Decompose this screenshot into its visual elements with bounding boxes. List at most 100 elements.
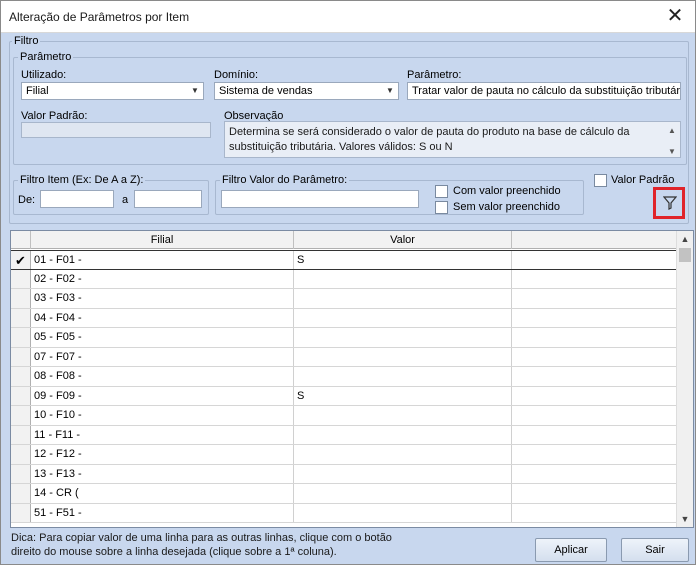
valor-cell[interactable] [294, 503, 512, 522]
valor-cell[interactable] [294, 328, 512, 347]
valor-padrao-check-label: Valor Padrão [611, 174, 675, 186]
filial-cell[interactable]: 12 - F12 - [31, 445, 294, 464]
row-indicator[interactable] [11, 289, 31, 308]
valor-cell[interactable] [294, 269, 512, 288]
row-indicator[interactable] [11, 328, 31, 347]
row-selected-icon[interactable]: ✔ [11, 251, 31, 269]
valor-cell[interactable] [294, 308, 512, 327]
valor-cell[interactable] [294, 406, 512, 425]
valor-cell[interactable] [294, 289, 512, 308]
utilizado-value: Filial [26, 85, 49, 97]
dialog-window: Alteração de Parâmetros por Item ✕ Filtr… [0, 0, 696, 565]
scroll-up-icon[interactable]: ▲ [665, 123, 679, 135]
title-bar: Alteração de Parâmetros por Item ✕ [1, 1, 695, 33]
aplicar-button[interactable]: Aplicar [535, 538, 607, 562]
table-row[interactable]: 51 - F51 - [11, 503, 677, 523]
row-indicator[interactable] [11, 503, 31, 522]
observacao-scrollbar[interactable]: ▲ ▼ [665, 123, 679, 156]
filtro-valor-legend: Filtro Valor do Parâmetro: [220, 174, 350, 186]
valor-cell[interactable] [294, 464, 512, 483]
parametro-field[interactable]: Tratar valor de pauta no cálculo da subs… [407, 82, 681, 100]
close-icon[interactable]: ✕ [655, 1, 695, 32]
sair-button[interactable]: Sair [621, 538, 689, 562]
row-indicator[interactable] [11, 308, 31, 327]
chevron-down-icon: ▼ [386, 86, 394, 95]
scroll-down-icon[interactable]: ▼ [665, 144, 679, 156]
filial-cell[interactable]: 13 - F13 - [31, 464, 294, 483]
table-row[interactable]: ✔ 01 - F01 -S [11, 250, 677, 270]
valor-padrao-field [21, 122, 211, 138]
grid-indicator-header [11, 231, 31, 249]
filial-cell[interactable]: 01 - F01 - [31, 251, 294, 269]
valor-cell[interactable] [294, 347, 512, 366]
table-row[interactable]: 11 - F11 - [11, 425, 677, 445]
items-grid: Filial Valor ✔ 01 - F01 - S 02 - F02 -03 - … [10, 230, 694, 528]
valor-cell[interactable]: S [294, 251, 512, 269]
valor-cell[interactable] [294, 367, 512, 386]
row-indicator[interactable] [11, 406, 31, 425]
table-row[interactable]: 14 - CR ( [11, 484, 677, 504]
chevron-down-icon: ▼ [191, 86, 199, 95]
dominio-select[interactable]: Sistema de vendas ▼ [214, 82, 399, 100]
table-row[interactable]: 09 - F09 -S [11, 386, 677, 406]
scroll-down-icon[interactable]: ▼ [677, 511, 693, 527]
scroll-thumb[interactable] [679, 248, 691, 262]
filial-cell[interactable]: 51 - F51 - [31, 503, 294, 522]
valor-padrao-checkbox[interactable] [594, 174, 607, 187]
scroll-up-icon[interactable]: ▲ [677, 231, 693, 247]
utilizado-select[interactable]: Filial ▼ [21, 82, 204, 100]
filter-button[interactable] [653, 187, 685, 219]
filtro-legend: Filtro [12, 35, 41, 47]
hint-line-1: Dica: Para copiar valor de uma linha par… [11, 532, 392, 544]
com-valor-checkbox[interactable] [435, 185, 448, 198]
sem-valor-checkbox[interactable] [435, 201, 448, 214]
row-indicator[interactable] [11, 425, 31, 444]
de-input[interactable] [40, 190, 114, 208]
row-indicator[interactable] [11, 484, 31, 503]
filial-cell[interactable]: 11 - F11 - [31, 425, 294, 444]
filial-cell[interactable]: 04 - F04 - [31, 308, 294, 327]
row-indicator[interactable] [11, 445, 31, 464]
filial-cell[interactable]: 08 - F08 - [31, 367, 294, 386]
grid-scrollbar[interactable]: ▲ ▼ [676, 231, 693, 527]
row-indicator[interactable] [11, 269, 31, 288]
hint-text: Dica: Para copiar valor de uma linha par… [11, 531, 392, 559]
column-header-filial[interactable]: Filial [31, 231, 294, 249]
dominio-label: Domínio: [214, 69, 259, 81]
filtro-valor-input[interactable] [221, 190, 419, 208]
filial-cell[interactable]: 10 - F10 - [31, 406, 294, 425]
table-row[interactable]: 04 - F04 - [11, 308, 677, 328]
filial-cell[interactable]: 14 - CR ( [31, 484, 294, 503]
column-header-valor[interactable]: Valor [294, 231, 512, 249]
filial-cell[interactable]: 09 - F09 - [31, 386, 294, 405]
observacao-text: Determina se será considerado o valor de… [224, 121, 681, 158]
valor-cell[interactable] [294, 425, 512, 444]
filial-cell[interactable]: 05 - F05 - [31, 328, 294, 347]
filial-cell[interactable]: 07 - F07 - [31, 347, 294, 366]
dominio-value: Sistema de vendas [219, 85, 313, 97]
valor-cell[interactable] [294, 484, 512, 503]
grid-header: Filial Valor [11, 231, 677, 249]
table-row[interactable]: 13 - F13 - [11, 464, 677, 484]
a-input[interactable] [134, 190, 202, 208]
table-row[interactable]: 02 - F02 - [11, 269, 677, 289]
row-indicator[interactable] [11, 367, 31, 386]
row-indicator[interactable] [11, 347, 31, 366]
table-row[interactable]: 05 - F05 - [11, 328, 677, 348]
parametro-legend: Parâmetro [18, 51, 74, 63]
table-row[interactable]: 03 - F03 - [11, 289, 677, 309]
a-label: a [122, 194, 129, 206]
row-indicator[interactable] [11, 386, 31, 405]
table-row[interactable]: 08 - F08 - [11, 367, 677, 387]
table-row[interactable]: 10 - F10 - [11, 406, 677, 426]
valor-cell[interactable] [294, 445, 512, 464]
row-indicator[interactable] [11, 464, 31, 483]
filial-cell[interactable]: 03 - F03 - [31, 289, 294, 308]
filter-funnel-icon [663, 196, 677, 210]
valor-padrao-label: Valor Padrão: [21, 110, 88, 122]
filial-cell[interactable]: 02 - F02 - [31, 269, 294, 288]
table-row[interactable]: 12 - F12 - [11, 445, 677, 465]
table-row[interactable]: 07 - F07 - [11, 347, 677, 367]
window-title: Alteração de Parâmetros por Item [9, 10, 190, 24]
valor-cell[interactable]: S [294, 386, 512, 405]
